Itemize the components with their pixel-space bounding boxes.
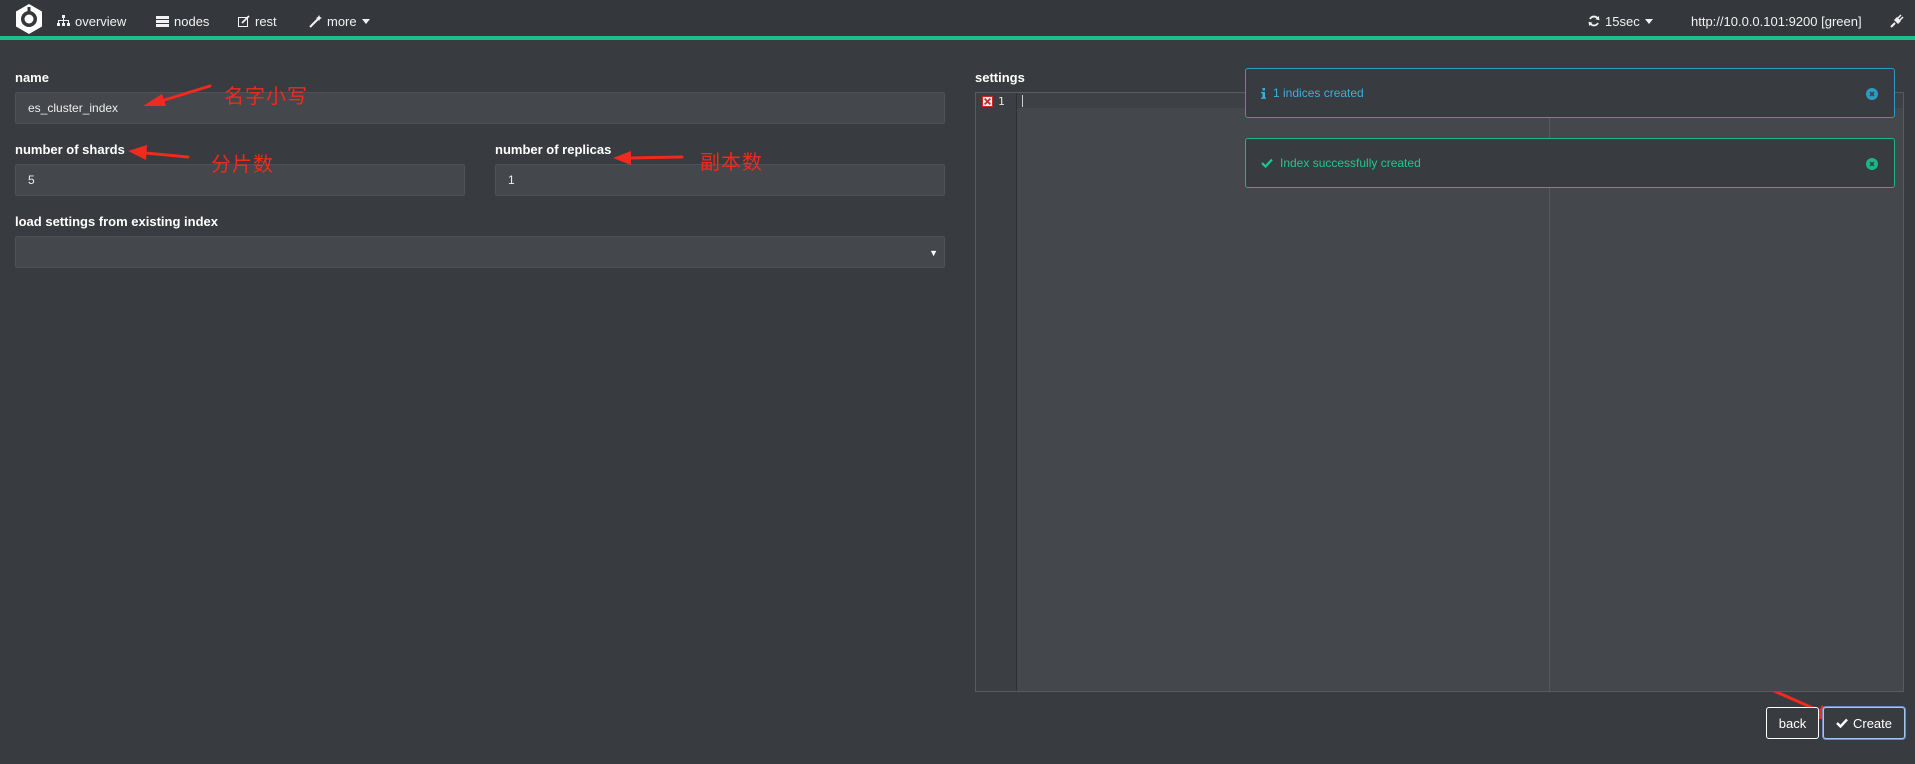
annotation-arrow-replicas (613, 151, 684, 165)
caret-down-icon (1644, 18, 1653, 24)
toast-success-close-icon[interactable] (1866, 158, 1878, 170)
refresh-interval-label: 15sec (1605, 13, 1640, 29)
error-icon (982, 96, 993, 107)
select-caret-icon: ▼ (929, 248, 938, 258)
disconnect-plug-button[interactable] (1890, 12, 1904, 30)
nav-nodes-label: nodes (174, 13, 210, 29)
nav-nodes[interactable]: nodes (156, 12, 209, 30)
index-name-value: es_cluster_index (28, 101, 119, 115)
refresh-interval-dropdown[interactable]: 15sec (1588, 12, 1653, 30)
shards-label: number of shards (15, 142, 125, 157)
top-navbar: overview nodes rest more 15sec http://10… (0, 0, 1915, 40)
check-icon (1836, 718, 1848, 728)
load-settings-label: load settings from existing index (15, 214, 218, 229)
nav-rest-label: rest (255, 13, 277, 29)
back-button[interactable]: back (1766, 707, 1819, 739)
editor-line-number: 1 (998, 95, 1005, 108)
settings-label: settings (975, 70, 1025, 85)
editor-cursor (1022, 95, 1023, 107)
nav-overview-label: overview (75, 13, 127, 29)
toast-success-text: Index successfully created (1280, 156, 1421, 170)
annotation-arrow-shards (128, 145, 190, 160)
toast-info: 1 indices created (1245, 68, 1895, 118)
create-button[interactable]: Create (1823, 707, 1905, 739)
annotation-shards-note: 分片数 (211, 152, 274, 176)
magic-wand-icon (309, 14, 322, 28)
refresh-icon (1588, 15, 1600, 27)
index-name-input[interactable]: es_cluster_index (15, 92, 945, 124)
caret-down-icon (361, 18, 370, 24)
shards-value: 5 (28, 173, 35, 187)
annotation-name-note: 名字小写 (224, 84, 308, 108)
nav-overview[interactable]: overview (57, 12, 126, 30)
nav-more-dropdown[interactable]: more (309, 12, 370, 30)
toast-info-close-icon[interactable] (1866, 88, 1878, 100)
server-icon (156, 15, 169, 27)
toast-success: Index successfully created (1245, 138, 1895, 188)
load-settings-select[interactable]: ▼ (15, 236, 945, 268)
info-icon (1261, 87, 1266, 99)
toast-info-text: 1 indices created (1273, 86, 1364, 100)
cluster-url-label: http://10.0.0.101:9200 [green] (1691, 13, 1862, 29)
cluster-url[interactable]: http://10.0.0.101:9200 [green] (1691, 12, 1862, 30)
plug-icon (1890, 14, 1904, 28)
cerebro-logo[interactable] (14, 3, 44, 35)
name-label: name (15, 70, 49, 85)
nav-more-label: more (327, 13, 357, 29)
check-icon (1261, 158, 1273, 168)
back-button-label: back (1778, 715, 1807, 731)
sitemap-icon (57, 15, 70, 26)
nav-rest[interactable]: rest (238, 12, 277, 30)
replicas-label: number of replicas (495, 142, 612, 157)
create-button-label: Create (1852, 715, 1893, 731)
editor-gutter: 1 (976, 93, 1017, 691)
edit-icon (238, 15, 250, 27)
replicas-value: 1 (508, 173, 515, 187)
annotation-replicas-note: 副本数 (700, 150, 763, 174)
